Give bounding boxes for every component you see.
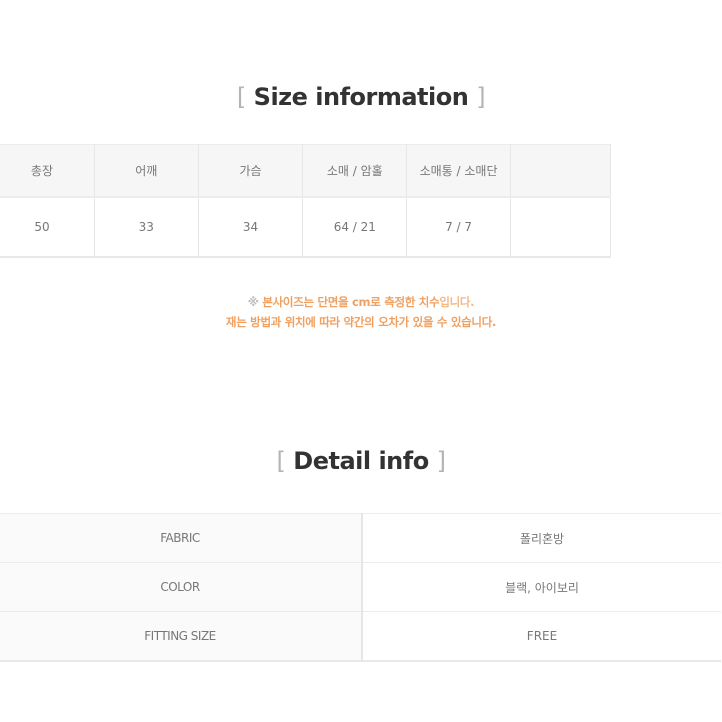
detail-value: 폴리혼방: [362, 513, 721, 563]
detail-row-fabric: FABRIC 폴리혼방: [0, 513, 721, 563]
size-value-row: 50 33 34 64 / 21 7 / 7: [0, 197, 612, 258]
detail-label: COLOR: [0, 562, 364, 612]
measurement-note: ※ 본사이즈는 단면을 cm로 측정한 치수입니다. 재는 방법과 위치에 따라…: [0, 292, 722, 332]
detail-label: FABRIC: [0, 513, 364, 563]
note-line-1-tail: 입니다.: [439, 295, 475, 309]
bracket-open: [: [276, 447, 286, 475]
reference-mark-icon: ※: [247, 295, 259, 309]
size-value-sleeve-armhole: 64 / 21: [302, 197, 408, 258]
bracket-close: ]: [436, 447, 446, 475]
size-value-cell: [509, 197, 612, 258]
detail-value: 블랙, 아이보리: [362, 562, 721, 612]
detail-info-title: [ Detail info ]: [0, 447, 722, 475]
size-header-total-length: 총장: [0, 144, 95, 198]
bracket-open: [: [236, 83, 246, 111]
detail-row-fitting-size: FITTING SIZE FREE: [0, 611, 721, 662]
size-table: 총장 어깨 가슴 소매 / 암홀 소매통 / 소매단 50 33 34 64 /…: [0, 144, 612, 258]
size-header-cell: [509, 144, 612, 198]
detail-label: FITTING SIZE: [0, 611, 364, 662]
size-header-sleeve-armhole: 소매 / 암홀: [302, 144, 408, 198]
size-value-chest: 34: [197, 197, 304, 258]
size-value-total-length: 50: [0, 197, 95, 258]
detail-row-color: COLOR 블랙, 아이보리: [0, 562, 721, 612]
size-value-shoulder: 33: [93, 197, 199, 258]
size-value-sleeve-width-cuff: 7 / 7: [406, 197, 511, 258]
size-header-sleeve-width-cuff: 소매통 / 소매단: [406, 144, 511, 198]
size-information-title: [ Size information ]: [0, 83, 722, 111]
bracket-close: ]: [476, 83, 486, 111]
size-header-chest: 가슴: [197, 144, 304, 198]
detail-value: FREE: [362, 611, 721, 662]
size-header-shoulder: 어깨: [93, 144, 199, 198]
note-line-1-main: 본사이즈는 단면을 cm로 측정한 치수: [262, 295, 440, 309]
size-header-row: 총장 어깨 가슴 소매 / 암홀 소매통 / 소매단: [0, 144, 612, 198]
detail-table: FABRIC 폴리혼방 COLOR 블랙, 아이보리 FITTING SIZE …: [0, 513, 721, 662]
detail-title-text: Detail info: [293, 447, 429, 475]
note-line-1: ※ 본사이즈는 단면을 cm로 측정한 치수입니다.: [0, 292, 722, 312]
note-line-2: 재는 방법과 위치에 따라 약간의 오차가 있을 수 있습니다.: [225, 315, 497, 329]
size-title-text: Size information: [253, 83, 469, 111]
